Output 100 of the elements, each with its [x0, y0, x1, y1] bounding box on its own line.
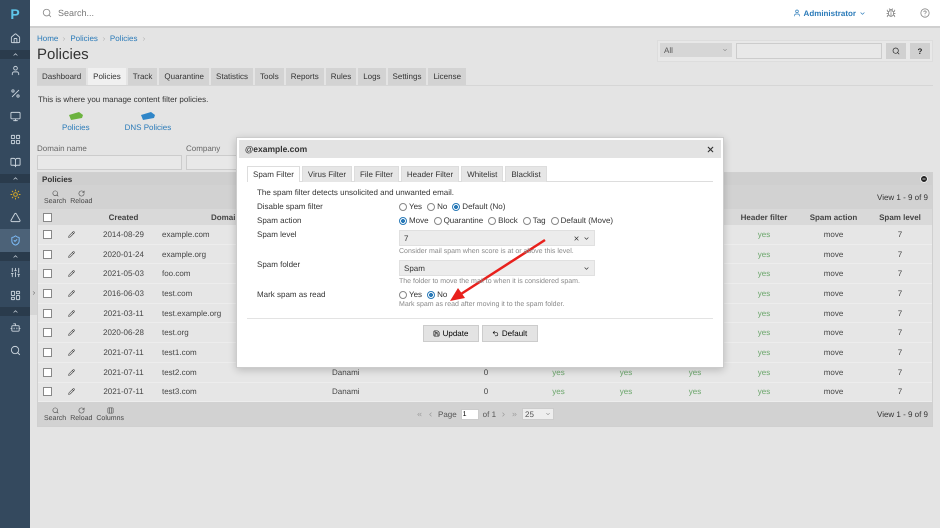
expand-handle[interactable]	[30, 270, 37, 315]
radio-option[interactable]: Default (No)	[452, 202, 506, 211]
edit-icon[interactable]	[68, 290, 74, 297]
default-button[interactable]: Default	[482, 325, 538, 342]
tab[interactable]: File Filter	[354, 166, 399, 182]
scope-select[interactable]: All	[660, 43, 732, 57]
radio-option[interactable]: Yes	[399, 202, 422, 211]
checkbox[interactable]	[42, 288, 52, 298]
tab[interactable]: Settings	[388, 68, 426, 85]
help-button[interactable]: ?	[910, 43, 930, 59]
reload-icon	[78, 406, 85, 414]
table-cell: move	[824, 328, 844, 338]
update-button[interactable]: Update	[422, 325, 478, 342]
edit-icon[interactable]	[68, 310, 74, 317]
table-cell: 7	[898, 387, 902, 396]
next-page-icon[interactable]	[500, 410, 508, 418]
shortcut-link[interactable]: Policies	[62, 112, 90, 132]
column-header[interactable]: Spam level	[879, 212, 921, 222]
select-field[interactable]: Spam	[399, 260, 595, 276]
tab[interactable]: Header Filter	[400, 166, 460, 182]
table-cell: 2014-08-29	[103, 230, 144, 239]
radio-button[interactable]	[434, 216, 442, 224]
sidebar-item[interactable]	[0, 229, 30, 252]
checkbox[interactable]	[42, 230, 52, 239]
tab[interactable]: Whitelist	[461, 166, 504, 182]
checkbox[interactable]	[42, 387, 52, 396]
radio-option[interactable]: Tag	[522, 216, 546, 225]
collapse-icon[interactable]	[920, 175, 928, 183]
table-cell: move	[824, 250, 844, 259]
edit-icon[interactable]	[68, 329, 74, 336]
previous-page-icon[interactable]	[426, 410, 434, 418]
tab[interactable]: Rules	[326, 68, 356, 85]
checkbox[interactable]	[42, 212, 52, 222]
tab[interactable]: Quarantine	[159, 68, 210, 85]
radio-button[interactable]	[522, 216, 531, 224]
dropdown-caret-icon	[583, 234, 590, 242]
select-field[interactable]: 7	[399, 230, 595, 246]
radio-option[interactable]: Default (Move)	[550, 216, 614, 225]
checkbox[interactable]	[42, 348, 52, 357]
column-header[interactable]: Spam action	[810, 212, 858, 222]
checkbox[interactable]	[42, 269, 52, 278]
column-header[interactable]: Header filter	[740, 212, 788, 222]
checkbox[interactable]	[42, 368, 52, 377]
collapse-toggle[interactable]	[0, 252, 30, 261]
breadcrumb-link[interactable]: Home	[37, 34, 58, 43]
tab[interactable]: Blacklist	[505, 166, 547, 182]
clear-icon[interactable]	[573, 234, 580, 242]
radio-button[interactable]	[399, 290, 407, 298]
tab[interactable]: Virus Filter	[302, 166, 352, 182]
tab[interactable]: Tools	[255, 68, 284, 85]
search-button[interactable]	[886, 43, 906, 59]
edit-icon[interactable]	[68, 368, 74, 376]
radio-option[interactable]: Block	[488, 216, 518, 225]
tab[interactable]: Spam Filter	[247, 166, 300, 182]
table-cell: move	[824, 288, 844, 298]
radio-button[interactable]	[427, 290, 436, 298]
radio-button[interactable]	[550, 216, 559, 224]
checkbox[interactable]	[42, 250, 52, 259]
collapse-toggle[interactable]	[0, 174, 30, 183]
table-cell: yes	[688, 387, 702, 396]
edit-icon[interactable]	[68, 270, 74, 278]
page-size-select[interactable]: 25	[522, 408, 554, 420]
tab[interactable]: Dashboard	[37, 68, 86, 85]
shortcut-link[interactable]: DNS Policies	[124, 112, 172, 132]
checkbox[interactable]	[42, 328, 52, 338]
tab[interactable]: License	[428, 68, 466, 85]
radio-option[interactable]: Move	[399, 216, 429, 225]
search-icon	[52, 190, 59, 196]
caret-icon	[12, 308, 18, 315]
radio-button[interactable]	[452, 202, 460, 210]
edit-icon[interactable]	[68, 250, 74, 258]
edit-icon[interactable]	[68, 230, 74, 238]
radio-button[interactable]	[488, 216, 496, 224]
close-icon[interactable]	[706, 144, 715, 154]
collapse-toggle[interactable]	[0, 307, 30, 316]
radio-option[interactable]: Quarantine	[434, 216, 484, 225]
collapse-toggle[interactable]	[0, 50, 30, 59]
radio-option[interactable]: Yes	[399, 290, 422, 299]
edit-icon[interactable]	[68, 388, 74, 396]
tab[interactable]: Statistics	[211, 68, 254, 85]
user-menu[interactable]: Administrator	[792, 8, 866, 18]
radio-button[interactable]	[427, 202, 436, 210]
column-header[interactable]: Created	[108, 212, 138, 222]
table-cell: 2021-07-11	[103, 387, 144, 396]
search-icon	[42, 8, 52, 18]
tab[interactable]: Policies	[88, 68, 126, 85]
filter-field[interactable]	[37, 155, 182, 170]
radio-button[interactable]	[399, 202, 407, 210]
tab[interactable]: Reports	[286, 68, 324, 85]
radio-option[interactable]: No	[427, 202, 448, 211]
search-field[interactable]	[736, 43, 882, 59]
radio-option[interactable]: No	[427, 290, 448, 299]
breadcrumb-link[interactable]: Policies	[70, 34, 98, 43]
edit-icon[interactable]	[68, 348, 74, 356]
column-header[interactable]: Domai	[211, 212, 236, 222]
breadcrumb-link[interactable]: Policies	[110, 34, 138, 43]
tab[interactable]: Logs	[358, 68, 386, 85]
checkbox[interactable]	[42, 308, 52, 318]
radio-button[interactable]	[399, 216, 407, 224]
tab[interactable]: Track	[128, 68, 158, 85]
